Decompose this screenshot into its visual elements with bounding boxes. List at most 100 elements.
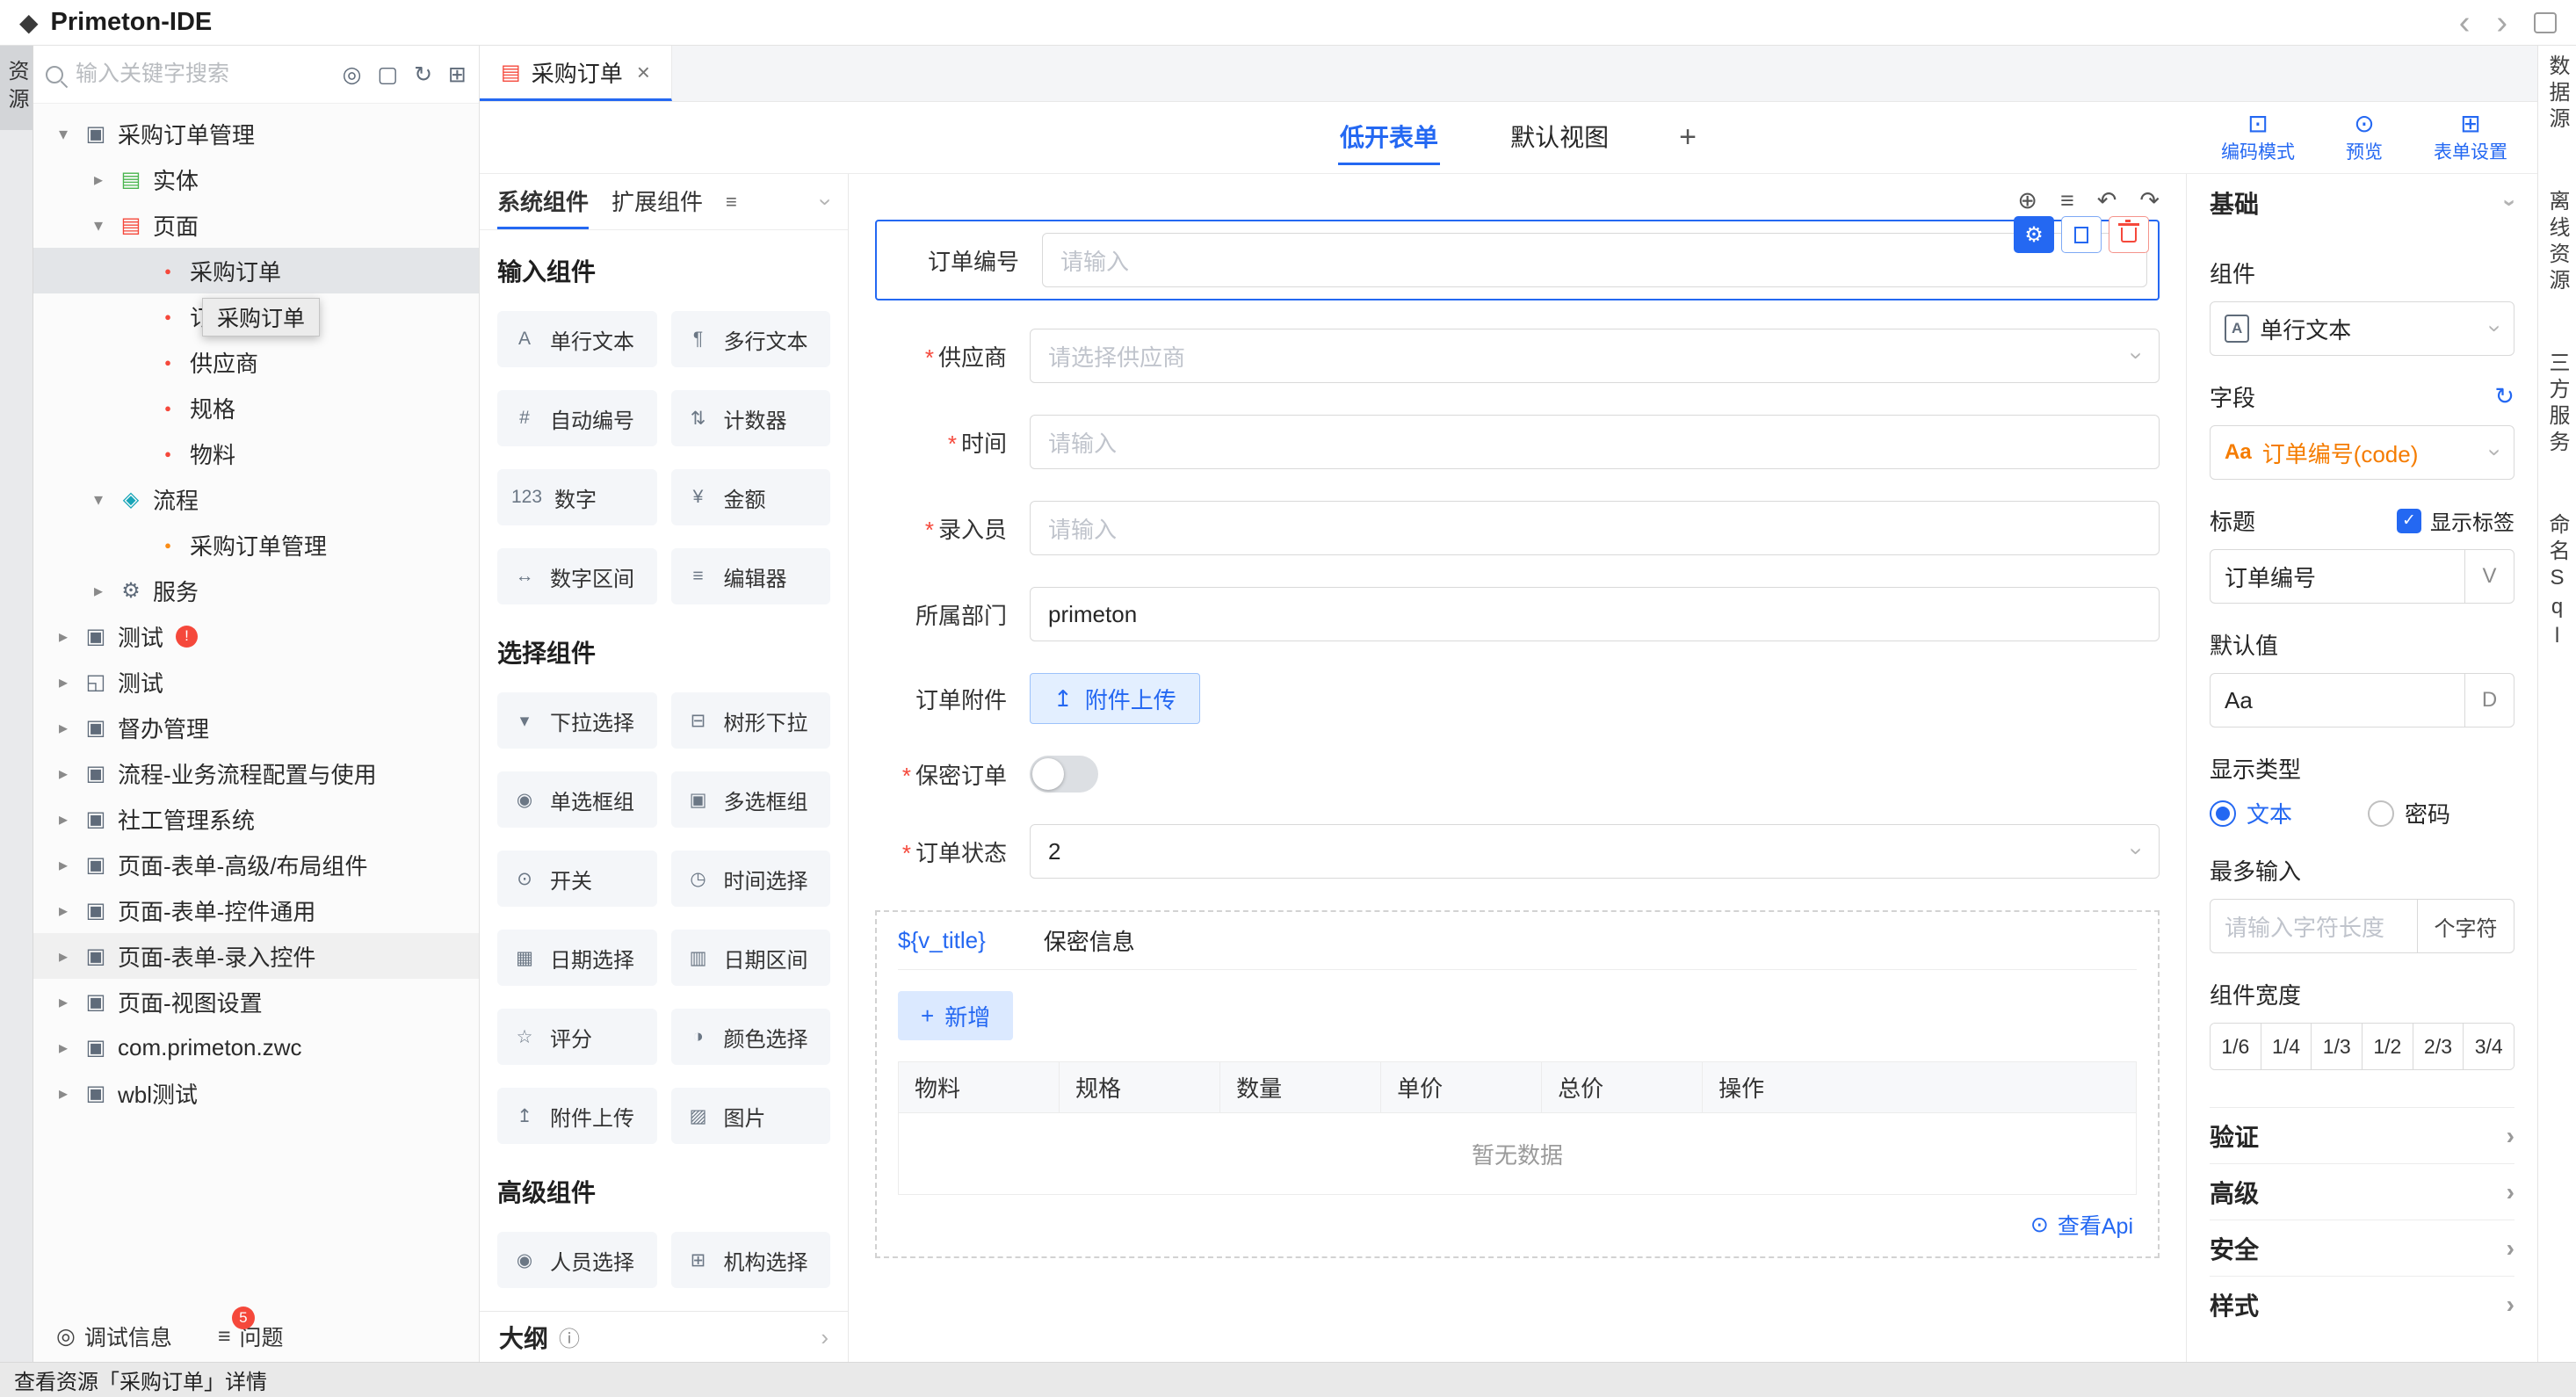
tree-item[interactable]: ▾◈流程 [33,476,479,522]
form-field[interactable]: 所属部门primeton [875,587,2160,641]
undo-icon[interactable]: ↶ [2097,187,2117,214]
tree-item[interactable]: ▸▣测试! [33,613,479,659]
rail-tab[interactable]: 数据源 [2542,54,2572,134]
field-select[interactable]: 2› [1030,824,2160,879]
outline-tree-icon[interactable]: ≡ [2060,187,2074,214]
section-header[interactable]: 高级› [2210,1163,2514,1220]
add-view-button[interactable]: + [1679,120,1697,155]
palette-item[interactable]: ⊙开关 [497,851,657,907]
add-row-button[interactable]: + 新增 [898,991,1013,1040]
caret-collapsed-icon[interactable]: ▸ [53,1037,74,1059]
max-input-field[interactable]: 请输入字符长度 个字符 [2210,899,2514,953]
history-back-icon[interactable]: ‹ [2459,6,2471,40]
caret-collapsed-icon[interactable]: ▸ [53,671,74,693]
form-field[interactable]: *保密订单 [875,756,2160,793]
palette-item[interactable]: ⊞机构选择 [671,1232,831,1288]
tree-item[interactable]: ●采购订单 [33,248,479,293]
palette-tab[interactable]: 系统组件 [497,174,589,229]
palette-item[interactable]: ◷时间选择 [671,851,831,907]
caret-collapsed-icon[interactable]: ▸ [53,763,74,785]
field-select[interactable]: 请选择供应商› [1030,329,2160,383]
palette-item[interactable]: ☆评分 [497,1009,657,1065]
package-icon[interactable]: ▢ [377,62,398,88]
problems-button[interactable]: 5 ≡ 问题 [218,1321,284,1352]
caret-collapsed-icon[interactable]: ▸ [53,991,74,1013]
form-field[interactable]: *订单状态2› [875,824,2160,879]
palette-collapse-button[interactable]: › [822,174,830,229]
form-field[interactable]: *录入员请输入 [875,501,2160,555]
outline-bar[interactable]: 大纲 ⓘ › [480,1311,848,1362]
form-field[interactable]: *时间请输入 [875,415,2160,469]
palette-item[interactable]: ¶多行文本 [671,311,831,367]
caret-collapsed-icon[interactable]: ▸ [53,900,74,922]
tree-item[interactable]: ▸▣督办管理 [33,705,479,750]
attachment-upload-button[interactable]: ↥附件上传 [1030,673,1200,724]
tree-item[interactable]: ▾▤页面 [33,202,479,248]
subform-panel[interactable]: ${v_title}保密信息 + 新增 物料规格数量单价总价操作 暂无数据 ⊙ … [875,910,2160,1258]
tree-item[interactable]: ▸▣wbl测试 [33,1070,479,1116]
palette-tab[interactable]: 扩展组件 [611,174,703,229]
tree-item[interactable]: ▾▣采购订单管理 [33,111,479,156]
history-forward-icon[interactable]: › [2496,6,2507,40]
section-header[interactable]: 样式› [2210,1276,2514,1332]
refresh-icon[interactable]: ↻ [2494,383,2514,410]
show-label-checkbox[interactable]: ✓ 显示标签 [2397,505,2514,536]
refresh-icon[interactable]: ↻ [414,62,432,88]
view-tab[interactable]: 低开表单 [1338,110,1440,165]
palette-item[interactable]: ▣多选框组 [671,771,831,828]
editor-tab[interactable]: ▤采购订单× [480,46,672,101]
tree-item[interactable]: ●采购订单管理 [33,522,479,568]
globe-icon[interactable]: ⊕ [2017,187,2037,214]
resources-rail-tab[interactable]: 资源 [0,46,33,130]
field-input[interactable]: primeton [1030,587,2160,641]
palette-item[interactable]: ▾下拉选择 [497,692,657,749]
caret-collapsed-icon[interactable]: ▸ [88,169,109,191]
tree-item[interactable]: ▸▣页面-表单-录入控件 [33,933,479,979]
tree-item[interactable]: ▸▣com.primeton.zwc [33,1024,479,1070]
caret-collapsed-icon[interactable]: ▸ [88,580,109,602]
field-select[interactable]: Aa 订单编号(code) › [2210,425,2514,480]
field-input[interactable]: 请输入 [1030,415,2160,469]
width-option[interactable]: 1/6 [2211,1024,2261,1069]
caret-collapsed-icon[interactable]: ▸ [53,945,74,967]
width-option[interactable]: 3/4 [2463,1024,2514,1069]
save-window-icon[interactable] [2534,12,2557,33]
rail-tab[interactable]: 三方服务 [2542,351,2572,457]
view-api-link[interactable]: 查看Api [2058,1209,2133,1241]
palette-item[interactable]: ◉人员选择 [497,1232,657,1288]
view-tab[interactable]: 默认视图 [1509,110,1610,165]
form-field[interactable]: 订单编号请输入⚙ [875,220,2160,300]
toggle-switch[interactable] [1030,756,1098,793]
tree-item[interactable]: ●物料 [33,431,479,476]
tree-item[interactable]: ▸▣页面-表单-控件通用 [33,887,479,933]
caret-collapsed-icon[interactable]: ▸ [53,854,74,876]
palette-menu-icon[interactable]: ≡ [726,174,737,229]
form-field[interactable]: 订单附件↥附件上传 [875,673,2160,724]
palette-item[interactable]: A单行文本 [497,311,657,367]
tree-item[interactable]: ▸▣页面-表单-高级/布局组件 [33,842,479,887]
palette-item[interactable]: #自动编号 [497,390,657,446]
field-settings-button[interactable]: ⚙ [2014,216,2054,253]
tree-item[interactable]: ▸▤实体 [33,156,479,202]
caret-expanded-icon[interactable]: ▾ [88,214,109,236]
tree-item[interactable]: ▸▣流程-业务流程配置与使用 [33,750,479,796]
caret-collapsed-icon[interactable]: ▸ [53,626,74,648]
section-header[interactable]: 验证› [2210,1107,2514,1163]
caret-collapsed-icon[interactable]: ▸ [53,1082,74,1104]
palette-item[interactable]: ▦日期选择 [497,930,657,986]
palette-item[interactable]: ◑颜色选择 [671,1009,831,1065]
palette-item[interactable]: 123数字 [497,469,657,525]
palette-item[interactable]: ↔数字区间 [497,548,657,604]
add-resource-icon[interactable]: ⊞ [448,62,467,88]
debug-info-button[interactable]: ◎ 调试信息 [56,1321,172,1352]
default-value-input[interactable]: Aa D [2210,673,2514,727]
section-header[interactable]: 安全› [2210,1220,2514,1276]
locate-icon[interactable]: ◎ [343,62,362,88]
subform-tab[interactable]: ${v_title} [898,927,986,954]
palette-item[interactable]: ⊟树形下拉 [671,692,831,749]
search-input[interactable] [76,62,330,87]
display-type-radio[interactable]: 文本 [2210,797,2292,829]
title-input[interactable]: 订单编号 V [2210,549,2514,604]
width-option[interactable]: 2/3 [2413,1024,2464,1069]
palette-item[interactable]: ⇅计数器 [671,390,831,446]
